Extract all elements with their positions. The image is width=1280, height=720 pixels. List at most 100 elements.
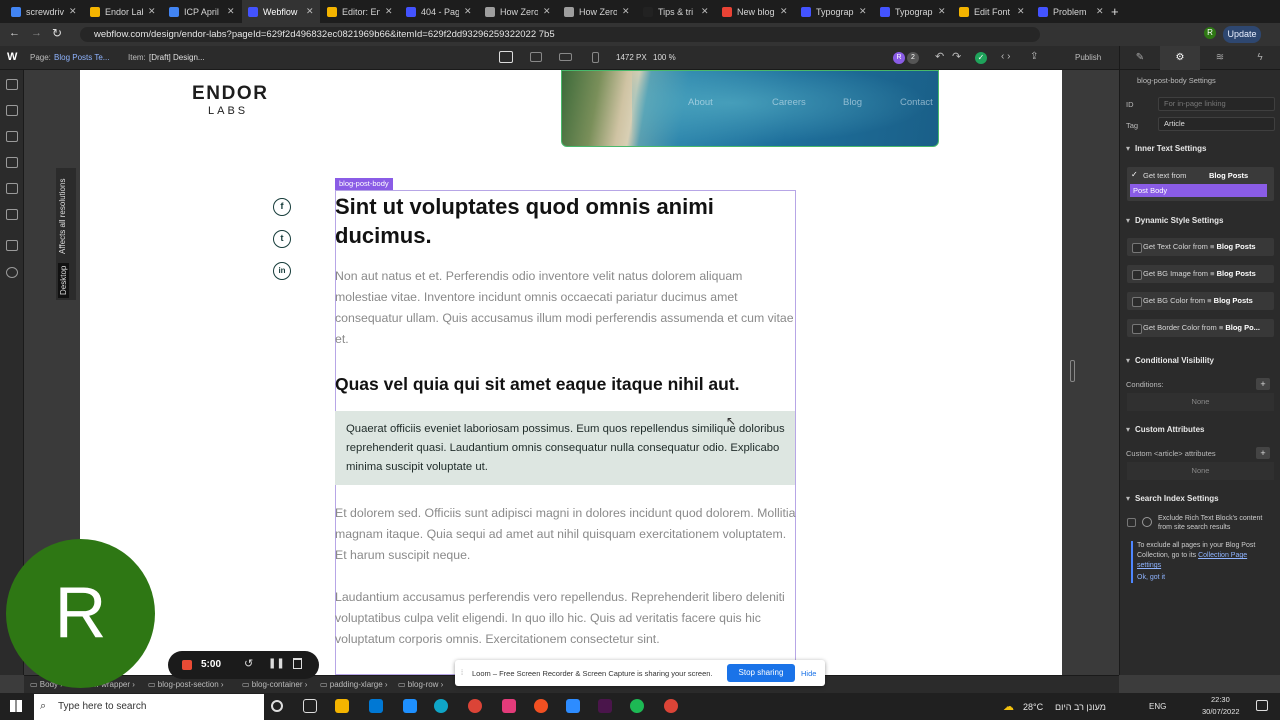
item-selector[interactable]: [Draft] Design... xyxy=(149,53,205,62)
tab-close-icon[interactable]: ✕ xyxy=(148,6,156,17)
id-input[interactable]: For in-page linking xyxy=(1158,97,1275,111)
tablet-breakpoint-icon[interactable] xyxy=(530,52,542,62)
tab-close-icon[interactable]: ✕ xyxy=(1096,6,1104,17)
cms-icon[interactable] xyxy=(6,183,18,194)
resize-handle[interactable] xyxy=(1070,360,1075,382)
search-index-section[interactable]: Search Index Settings xyxy=(1126,494,1219,503)
linkedin-icon[interactable]: in xyxy=(273,262,291,280)
update-button[interactable]: Update xyxy=(1223,26,1261,43)
tab-close-icon[interactable]: ✕ xyxy=(780,6,788,17)
webflow-logo[interactable]: W xyxy=(7,51,17,63)
hero-nav-blog[interactable]: Blog xyxy=(843,97,862,108)
post-body-field-select[interactable]: Post Body xyxy=(1130,184,1267,197)
task-view-icon[interactable] xyxy=(303,699,317,713)
spotify-icon[interactable] xyxy=(630,699,644,713)
tab-close-icon[interactable]: ✕ xyxy=(385,6,393,17)
browser-tab[interactable]: screwdriv ✕ xyxy=(5,0,83,23)
stop-sharing-button[interactable]: Stop sharing xyxy=(727,664,795,682)
settings-tab-gear-icon[interactable]: ⚙ xyxy=(1160,46,1200,70)
tag-select[interactable]: Article xyxy=(1158,117,1275,131)
browser-tab[interactable]: Problem ✕ xyxy=(1032,0,1110,23)
navigator-icon[interactable] xyxy=(6,131,18,142)
breadcrumb-item[interactable]: ▭ blog-post-section › xyxy=(148,680,224,689)
get-text-row[interactable]: ✓ Get text from Blog Posts Post Body xyxy=(1127,167,1274,201)
design-canvas[interactable]: ENDOR LABS About Careers Blog Contact f … xyxy=(80,70,1062,675)
browser-tab[interactable]: New blog ✕ xyxy=(716,0,794,23)
interactions-tab-bolt-icon[interactable]: ϟ xyxy=(1240,46,1280,70)
browser-tab[interactable]: Editor: En ✕ xyxy=(321,0,399,23)
browser-tab[interactable]: 404 - Pag ✕ xyxy=(400,0,478,23)
assets-icon[interactable] xyxy=(6,240,18,251)
app-icon[interactable] xyxy=(502,699,516,713)
ecommerce-icon[interactable] xyxy=(6,209,18,220)
address-bar[interactable]: webflow.com/design/endor-labs?pageId=629… xyxy=(80,27,1040,42)
outlook-icon[interactable] xyxy=(403,699,417,713)
selection-badge[interactable]: blog-post-body xyxy=(335,178,393,190)
language-indicator[interactable]: ENG xyxy=(1149,702,1166,711)
file-explorer-icon[interactable] xyxy=(335,699,349,713)
portrait-breakpoint-icon[interactable] xyxy=(592,52,599,63)
breadcrumb-item[interactable]: ▭ padding-xlarge › xyxy=(320,680,388,689)
chrome-profile-icon[interactable] xyxy=(664,699,678,713)
edge-icon[interactable] xyxy=(434,699,448,713)
windows-start-icon[interactable] xyxy=(10,700,22,712)
browser-tab[interactable]: How Zero ✕ xyxy=(479,0,557,23)
drag-handle-icon[interactable]: ⁞ xyxy=(461,668,463,677)
forward-icon[interactable]: → xyxy=(31,27,42,39)
browser-tab[interactable]: Typograp ✕ xyxy=(874,0,952,23)
browser-tab[interactable]: Webflow ✕ xyxy=(242,0,320,23)
back-icon[interactable]: ← xyxy=(9,27,20,39)
inner-text-section[interactable]: Inner Text Settings xyxy=(1126,144,1206,153)
symbols-icon[interactable] xyxy=(6,105,18,116)
twitter-icon[interactable]: t xyxy=(273,230,291,248)
browser-tab[interactable]: How Zero ✕ xyxy=(558,0,636,23)
new-tab-button[interactable]: + xyxy=(1111,4,1119,19)
hero-image[interactable]: About Careers Blog Contact xyxy=(561,70,939,147)
browser-tab[interactable]: ICP April ✕ xyxy=(163,0,241,23)
ok-got-it-link[interactable]: Ok, got it xyxy=(1137,573,1273,583)
hero-nav-contact[interactable]: Contact xyxy=(900,97,933,108)
tab-close-icon[interactable]: ✕ xyxy=(701,6,709,17)
desktop-breakpoint-icon[interactable] xyxy=(499,51,513,63)
tab-close-icon[interactable]: ✕ xyxy=(227,6,235,17)
page-selector[interactable]: Blog Posts Te... xyxy=(54,53,109,62)
settings-icon[interactable] xyxy=(6,267,18,278)
style-manager-tab-icon[interactable]: ≋ xyxy=(1200,46,1240,70)
hero-nav-about[interactable]: About xyxy=(688,97,713,108)
get-text-check-icon[interactable]: ✓ xyxy=(1131,170,1138,179)
chrome-icon[interactable] xyxy=(468,699,482,713)
cortana-icon[interactable] xyxy=(271,700,283,712)
dynamic-style-row[interactable]: Get Border Color from ≡ Blog Po... xyxy=(1127,319,1274,337)
exclude-checkbox[interactable] xyxy=(1127,518,1136,527)
style-tab-brush-icon[interactable]: ✎ xyxy=(1120,46,1160,70)
publish-button[interactable]: Publish xyxy=(1075,53,1101,62)
tab-close-icon[interactable]: ✕ xyxy=(543,6,551,17)
dynamic-style-row[interactable]: Get Text Color from ≡ Blog Posts xyxy=(1127,238,1274,256)
dynamic-style-row[interactable]: Get BG Color from ≡ Blog Posts xyxy=(1127,292,1274,310)
browser-tab[interactable]: Tips & tri ✕ xyxy=(637,0,715,23)
reload-icon[interactable]: ↻ xyxy=(52,26,62,40)
browser-tab[interactable]: Typograp ✕ xyxy=(795,0,873,23)
store-icon[interactable] xyxy=(369,699,383,713)
browser-tab[interactable]: Edit Font ✕ xyxy=(953,0,1031,23)
tab-close-icon[interactable]: ✕ xyxy=(464,6,472,17)
collaborator-count[interactable]: 2 xyxy=(907,52,919,64)
breadcrumb-item[interactable]: ▭ blog-container › xyxy=(242,680,307,689)
add-condition-button[interactable]: + xyxy=(1256,378,1270,390)
pause-icon[interactable]: ❚❚ xyxy=(268,658,285,669)
notifications-icon[interactable] xyxy=(1256,700,1268,711)
code-icon[interactable]: ‹ › xyxy=(1001,51,1010,62)
loom-icon[interactable] xyxy=(534,699,548,713)
slack-icon[interactable] xyxy=(598,699,612,713)
collaborator-avatar[interactable]: R xyxy=(893,52,905,64)
browser-tab[interactable]: Endor Lab ✕ xyxy=(84,0,162,23)
conditional-visibility-section[interactable]: Conditional Visibility xyxy=(1126,356,1214,365)
tab-close-icon[interactable]: ✕ xyxy=(69,6,77,17)
dynamic-style-section[interactable]: Dynamic Style Settings xyxy=(1126,216,1223,225)
landscape-breakpoint-icon[interactable] xyxy=(559,53,572,61)
redo-icon[interactable]: ↷ xyxy=(952,50,961,63)
restart-icon[interactable]: ↺ xyxy=(244,657,253,670)
stop-recording-icon[interactable] xyxy=(182,660,192,670)
breadcrumb-item[interactable]: ▭ blog-row › xyxy=(398,680,443,689)
pages-icon[interactable] xyxy=(6,157,18,168)
